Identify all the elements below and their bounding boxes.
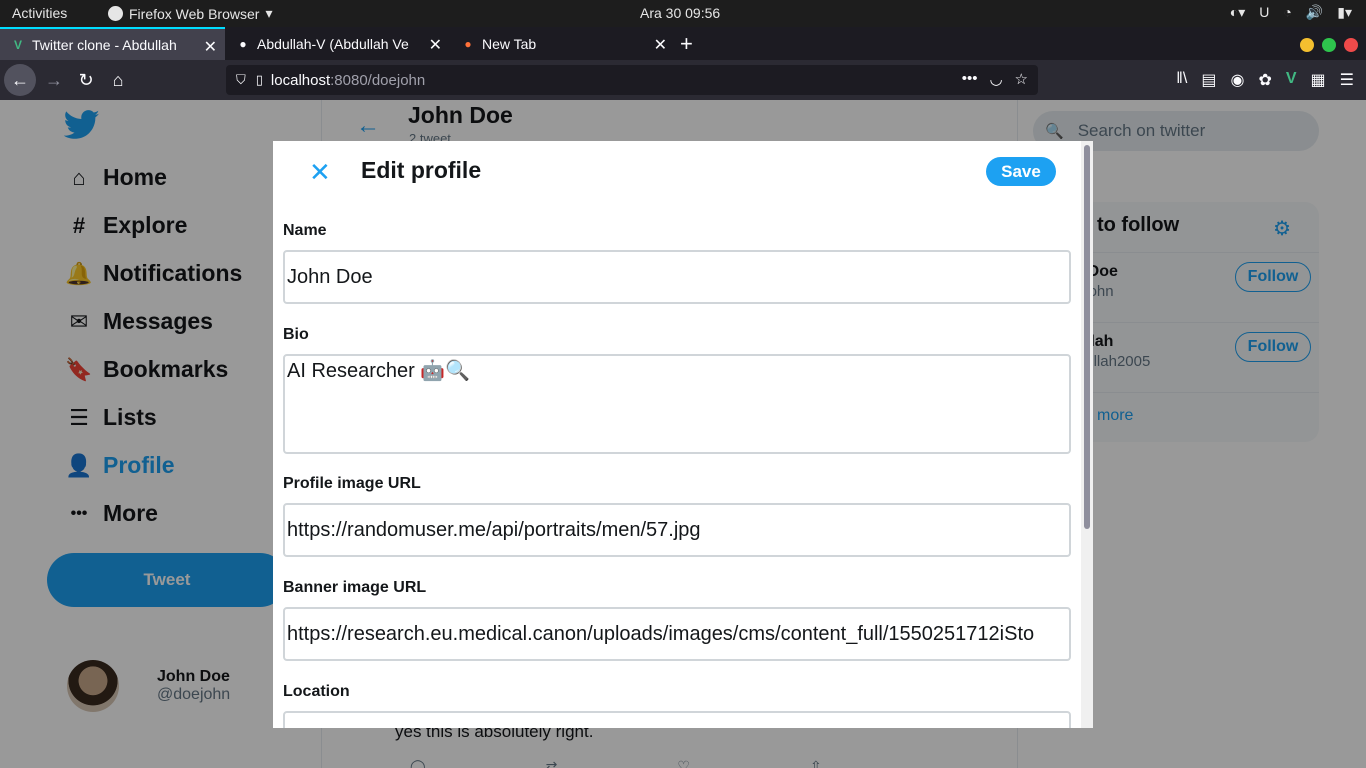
browser-tools: ‖\ ▤ ◉ ✿ V ▦ ☰	[1176, 70, 1354, 90]
tab-new-tab[interactable]: ● New Tab ✕	[450, 27, 675, 60]
window-controls	[1300, 38, 1358, 52]
magnet-icon[interactable]: U	[1259, 4, 1269, 21]
firefox-icon	[108, 6, 123, 21]
library-icon[interactable]: ‖\	[1176, 70, 1187, 90]
caret-down-icon: ▾	[265, 5, 273, 21]
activities-button[interactable]: Activities	[12, 5, 67, 21]
url-bar[interactable]: ⛉ ▯ localhost:8080/doejohn ••• ◡ ☆	[226, 65, 1038, 95]
vue-devtools-icon[interactable]: V	[1286, 70, 1297, 90]
web-page: ⌂ Home # Explore 🔔 Notifications ✉ Messages …	[0, 100, 1366, 768]
new-tab-plus-icon[interactable]: +	[680, 31, 693, 57]
url-host: localhost	[270, 71, 331, 89]
star-icon[interactable]: ☆	[1015, 70, 1028, 88]
system-top-bar: Activities Firefox Web Browser ▾ Ara 30 …	[0, 0, 1366, 27]
profile-image-label: Profile image URL	[283, 475, 421, 492]
maximize-button[interactable]	[1322, 38, 1336, 52]
tab-title: Twitter clone - Abdullah	[32, 36, 177, 53]
close-window-button[interactable]	[1344, 38, 1358, 52]
name-field[interactable]: John Doe	[283, 250, 1071, 304]
sidebar-icon[interactable]: ▤	[1201, 70, 1216, 90]
bio-textarea[interactable]: AI Researcher 🤖🔍	[283, 354, 1071, 454]
modal-scrollbar[interactable]	[1081, 141, 1093, 728]
close-tab-icon[interactable]: ✕	[654, 35, 667, 55]
tab-twitter-clone[interactable]: V Twitter clone - Abdullah ✕	[0, 27, 225, 60]
menu-icon[interactable]: ☰	[1340, 70, 1354, 90]
tab-title: Abdullah-V (Abdullah Ve	[257, 35, 409, 52]
banner-image-field[interactable]: https://research.eu.medical.canon/upload…	[283, 607, 1071, 661]
bio-label: Bio	[283, 326, 309, 343]
github-icon: ●	[239, 36, 247, 51]
url-actions: ••• ◡ ☆	[962, 70, 1028, 88]
volume-icon[interactable]: 🔊	[1306, 4, 1323, 21]
profile-image-field[interactable]: https://randomuser.me/api/portraits/men/…	[283, 503, 1071, 557]
page-actions-icon[interactable]: •••	[962, 70, 978, 88]
extension-gnome-icon[interactable]: ✿	[1258, 70, 1271, 90]
save-button[interactable]: Save	[986, 157, 1056, 186]
close-icon[interactable]: ✕	[309, 157, 331, 188]
firefox-icon: ●	[464, 36, 472, 51]
system-tray[interactable]: ◐▾ U ◔ 🔊 ▮▾	[1230, 4, 1352, 21]
back-arrow-icon[interactable]: ←	[4, 64, 36, 96]
url-path: :8080/doejohn	[330, 71, 426, 89]
account-icon[interactable]: ◉	[1230, 70, 1244, 90]
tab-github[interactable]: ● Abdullah-V (Abdullah Ve ✕	[225, 27, 450, 60]
tab-bar: V Twitter clone - Abdullah ✕ ● Abdullah-…	[0, 27, 1366, 60]
app-menu[interactable]: Firefox Web Browser ▾	[108, 5, 272, 22]
scrollbar-thumb[interactable]	[1084, 145, 1090, 529]
tab-title: New Tab	[482, 35, 537, 52]
clock[interactable]: Ara 30 09:56	[640, 5, 720, 21]
minimize-button[interactable]	[1300, 38, 1314, 52]
pocket-icon[interactable]: ◡	[989, 70, 1002, 88]
reload-icon[interactable]: ↻	[72, 66, 100, 94]
location-label: Location	[283, 683, 350, 700]
wifi-icon[interactable]: ◔	[1283, 4, 1291, 21]
navigation-toolbar: ← → ↻ ⌂ ⛉ ▯ localhost:8080/doejohn ••• ◡…	[0, 60, 1366, 100]
name-label: Name	[283, 222, 327, 239]
modal-title: Edit profile	[361, 157, 482, 183]
close-tab-icon[interactable]: ✕	[429, 35, 442, 55]
page-icon: ▯	[255, 72, 263, 87]
home-icon[interactable]: ⌂	[104, 66, 132, 94]
banner-image-label: Banner image URL	[283, 579, 427, 596]
battery-icon[interactable]: ▮▾	[1337, 4, 1352, 21]
forward-arrow-icon[interactable]: →	[40, 66, 68, 94]
shield-icon[interactable]: ⛉	[236, 72, 246, 88]
extensions-icon[interactable]: ▦	[1311, 70, 1326, 90]
close-tab-icon[interactable]: ✕	[204, 37, 217, 57]
vue-icon: V	[13, 37, 22, 52]
edit-profile-modal: ✕ Edit profile Save Name John Doe Bio AI…	[273, 141, 1093, 728]
indicator-icon[interactable]: ◐▾	[1230, 4, 1245, 21]
location-field[interactable]	[283, 711, 1071, 728]
app-menu-label: Firefox Web Browser	[129, 5, 260, 22]
